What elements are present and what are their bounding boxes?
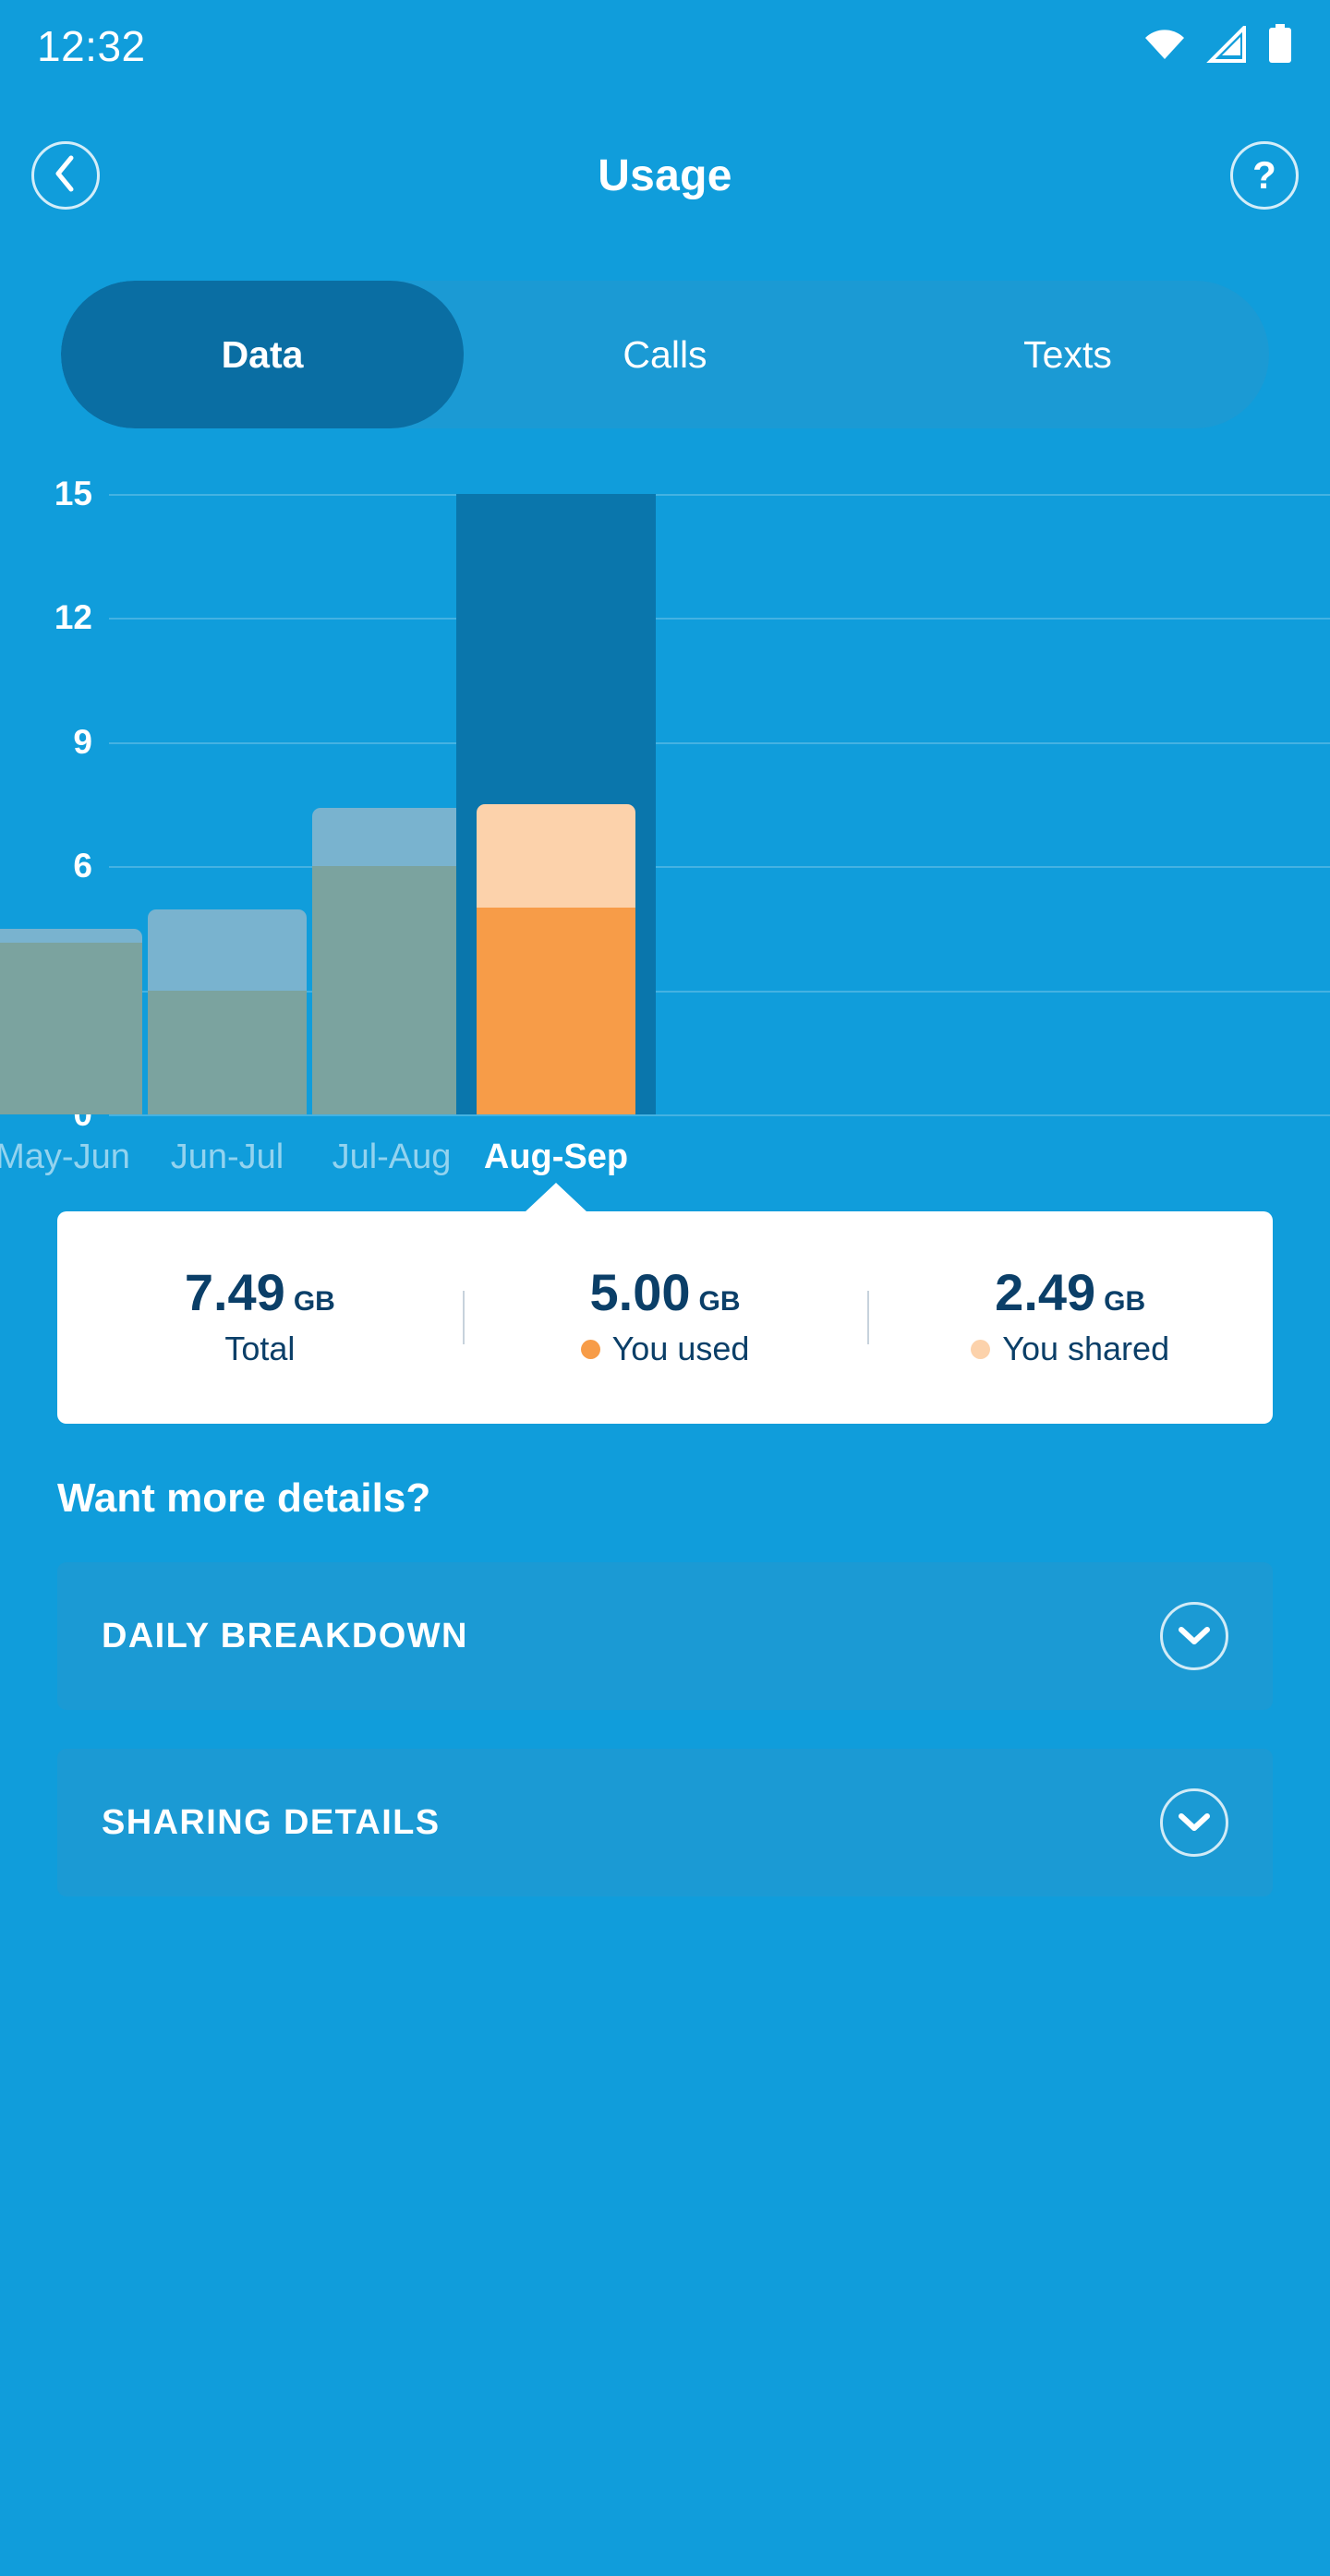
x-label-jul-aug[interactable]: Jul-Aug [309, 1138, 474, 1177]
bar-segment-used [0, 943, 142, 1114]
chart-plot-area: 03691215 [0, 475, 1330, 1133]
bar-segment-shared [148, 909, 307, 991]
bar-segment-used [477, 908, 635, 1114]
chart-x-axis-labels: May-Jun Jun-Jul Jul-Aug Aug-Sep [0, 1138, 1330, 1193]
you-shared-value: 2.49 [995, 1263, 1096, 1321]
bar-segment-shared [312, 807, 471, 867]
x-label-jun-jul[interactable]: Jun-Jul [145, 1138, 309, 1177]
you-shared-label: You shared [971, 1330, 1169, 1368]
chart-bar-aug-sep[interactable] [477, 804, 635, 1114]
you-used-label: You used [580, 1330, 750, 1368]
bar-segment-used [148, 990, 307, 1114]
usage-tabs: Data Calls Texts [61, 281, 1269, 428]
question-mark-icon: ? [1252, 153, 1276, 197]
summary-cell-you-used: 5.00 GB You used [462, 1267, 868, 1368]
battery-icon [1267, 23, 1293, 69]
usage-tabs-container: Data Calls Texts [0, 259, 1330, 428]
legend-dot-used-icon [580, 1339, 600, 1359]
help-button[interactable]: ? [1230, 141, 1299, 210]
tab-calls[interactable]: Calls [464, 281, 866, 428]
status-icons [1143, 22, 1293, 69]
cellular-signal-icon [1206, 22, 1247, 67]
chevron-down-icon[interactable] [1160, 1602, 1228, 1670]
accordion-row-daily-breakdown[interactable]: DAILY BREAKDOWN [57, 1562, 1273, 1710]
summary-cell-you-shared: 2.49 GB You shared [867, 1267, 1273, 1368]
usage-summary-card: 7.49 GB Total 5.00 GB You used 2.49 GB Y… [57, 1211, 1273, 1424]
accordion-label-sharing-details: SHARING DETAILS [102, 1802, 441, 1842]
total-label: Total [224, 1330, 295, 1368]
usage-summary-card-wrap: 7.49 GB Total 5.00 GB You used 2.49 GB Y… [57, 1183, 1273, 1424]
total-label-text: Total [224, 1330, 296, 1367]
wifi-icon [1143, 28, 1186, 66]
chevron-left-icon [52, 154, 79, 198]
total-value: 7.49 [184, 1263, 285, 1321]
card-pointer-arrow [525, 1183, 587, 1212]
page-title: Usage [598, 150, 732, 200]
summary-cell-total: 7.49 GB Total [57, 1267, 463, 1368]
back-button[interactable] [31, 141, 100, 210]
you-shared-label-text: You shared [1002, 1330, 1170, 1367]
chart-bar-may-jun[interactable] [0, 929, 142, 1114]
total-unit: GB [293, 1286, 335, 1317]
x-label-aug-sep[interactable]: Aug-Sep [474, 1138, 638, 1177]
you-used-label-text: You used [611, 1330, 750, 1367]
x-label-may-jun[interactable]: May-Jun [0, 1138, 145, 1177]
chart-bars [0, 494, 1330, 1114]
tab-data[interactable]: Data [61, 281, 464, 428]
you-shared-value-group: 2.49 GB [995, 1267, 1145, 1318]
total-value-group: 7.49 GB [185, 1267, 335, 1318]
details-heading: Want more details? [57, 1475, 431, 1521]
bar-segment-shared [0, 929, 142, 944]
you-used-unit: GB [698, 1286, 741, 1317]
you-used-value: 5.00 [589, 1263, 691, 1321]
details-accordion: DAILY BREAKDOWN SHARING DETAILS [57, 1562, 1273, 1896]
chart-bar-jun-jul[interactable] [148, 909, 307, 1114]
accordion-row-sharing-details[interactable]: SHARING DETAILS [57, 1749, 1273, 1896]
status-time: 12:32 [37, 22, 146, 70]
gridline-0 [109, 1114, 1330, 1116]
you-shared-unit: GB [1104, 1286, 1146, 1317]
bar-segment-shared [477, 804, 635, 908]
legend-dot-shared-icon [971, 1339, 991, 1359]
accordion-label-daily-breakdown: DAILY BREAKDOWN [102, 1616, 468, 1655]
tab-texts[interactable]: Texts [866, 281, 1269, 428]
chevron-down-icon[interactable] [1160, 1788, 1228, 1857]
you-used-value-group: 5.00 GB [590, 1267, 741, 1318]
bar-segment-used [312, 866, 471, 1114]
status-bar: 12:32 [0, 0, 1330, 92]
usage-bar-chart: 03691215 May-JunJun-JulJul-AugAug-Sep [0, 471, 1330, 1191]
app-header: Usage ? [0, 92, 1330, 259]
chart-bar-jul-aug[interactable] [312, 807, 471, 1114]
